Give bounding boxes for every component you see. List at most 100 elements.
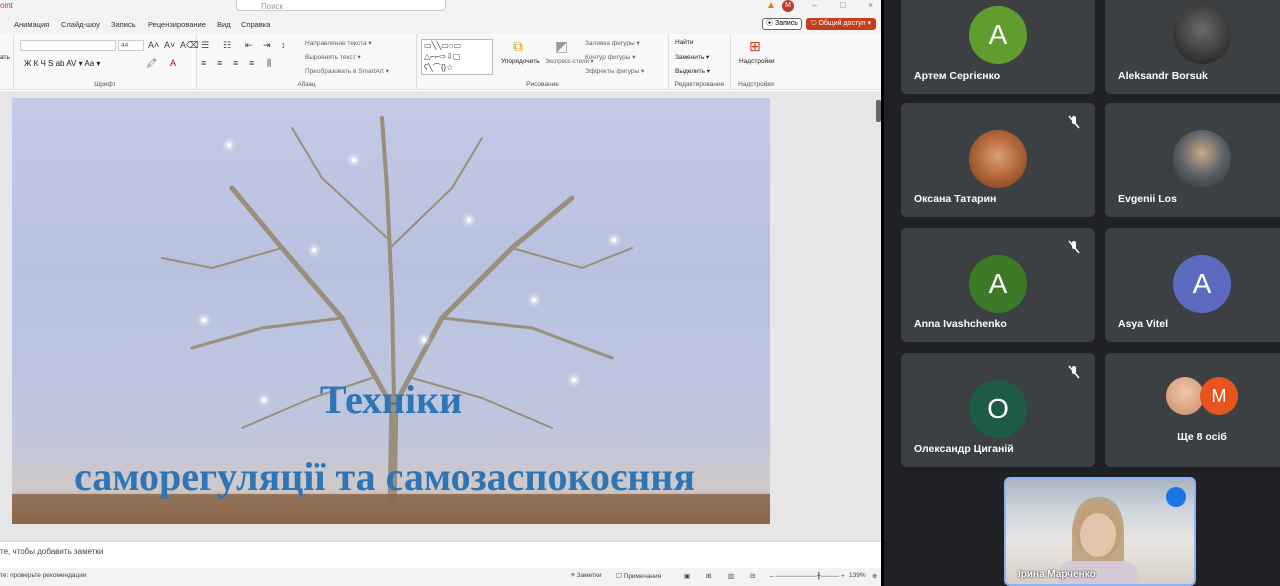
self-view-tile[interactable]: Ірина Марченко: [1004, 477, 1196, 586]
account-avatar[interactable]: M: [782, 0, 794, 12]
tab-review[interactable]: Рецензирование: [148, 20, 206, 29]
scrollbar-thumb[interactable]: [876, 100, 881, 122]
warning-icon[interactable]: ▲: [766, 0, 776, 11]
shrink-font-icon[interactable]: A˅: [164, 40, 175, 50]
more-participants-tile[interactable]: M Ще 8 осіб: [1105, 353, 1280, 467]
close-icon[interactable]: ×: [868, 0, 873, 10]
accessibility-status[interactable]: те: проверьте рекомендации: [0, 572, 87, 579]
font-group: 44 A˄ A˅ A⌫ Ж К Ч S ab AV ▾ Aa ▾ 🖍 A Шри…: [14, 34, 199, 90]
line-spacing-icon[interactable]: ↕: [281, 40, 286, 50]
normal-view-icon[interactable]: ▣: [684, 572, 690, 580]
participant-tile[interactable]: A Anna Ivashchenko: [901, 228, 1095, 342]
highlight-icon[interactable]: 🖍: [146, 58, 157, 69]
clipboard-label: ать: [0, 54, 10, 61]
participant-avatar: M: [1200, 377, 1238, 415]
light-dot: [227, 143, 231, 147]
tab-animation[interactable]: Анимация: [14, 20, 49, 29]
slide-subtitle[interactable]: саморегуляції та самозаспокоєння: [12, 453, 757, 500]
participant-name: Оксана Татарин: [914, 193, 997, 205]
participant-name: Asya Vitel: [1118, 318, 1169, 330]
slide-canvas[interactable]: Техніки саморегуляції та самозаспокоєння: [12, 98, 770, 524]
align-text[interactable]: Выровнять текст ▾: [305, 53, 361, 61]
participant-photo: [1173, 130, 1231, 188]
participant-photo: [1173, 6, 1231, 64]
light-dot: [612, 238, 616, 242]
search-input[interactable]: Поиск: [236, 0, 446, 11]
align-right-icon[interactable]: ≡: [233, 58, 238, 68]
slideshow-view-icon[interactable]: ⊟: [750, 572, 755, 580]
tab-help[interactable]: Справка: [241, 20, 270, 29]
font-style-buttons[interactable]: Ж К Ч S ab AV ▾ Aa ▾: [24, 59, 100, 68]
align-left-icon[interactable]: ≡: [201, 58, 206, 68]
slide-title[interactable]: Техніки: [12, 376, 770, 423]
bullets-icon[interactable]: ☰: [201, 40, 209, 51]
arrange-button[interactable]: Упорядочить: [501, 58, 540, 65]
notes-pane[interactable]: те, чтобы добавить заметки: [0, 541, 881, 565]
participant-avatar: A: [1173, 255, 1231, 313]
reading-view-icon[interactable]: ▥: [728, 572, 734, 580]
vertical-scrollbar[interactable]: [875, 96, 881, 536]
quick-styles-icon[interactable]: ◩: [555, 38, 568, 55]
text-direction[interactable]: Направление текста ▾: [305, 39, 372, 47]
font-family-select[interactable]: [20, 40, 116, 51]
participant-name: Артем Сергієнко: [914, 70, 1001, 82]
comments-toggle[interactable]: ☐ Примечания: [616, 572, 661, 580]
participant-name: Aleksandr Borsuk: [1118, 70, 1208, 82]
maximize-icon[interactable]: □: [840, 0, 845, 10]
participant-tile[interactable]: Оксана Татарин: [901, 103, 1095, 217]
mic-off-icon: [1068, 240, 1080, 254]
numbering-icon[interactable]: ☷: [223, 40, 231, 51]
replace-button[interactable]: Заменить ▾: [675, 53, 709, 61]
arrange-icon[interactable]: ⧉: [513, 38, 523, 55]
tab-slideshow[interactable]: Слайд-шоу: [61, 20, 100, 29]
outdent-icon[interactable]: ⇥: [263, 40, 271, 51]
light-dot: [532, 298, 536, 302]
zoom-slider[interactable]: – ─────────╂──── +: [770, 572, 845, 580]
participant-avatar: A: [969, 255, 1027, 313]
participant-name: Олександр Циганій: [914, 443, 1014, 455]
record-button[interactable]: ⦿ Запись: [762, 18, 802, 30]
participant-tile[interactable]: A Артем Сергієнко: [901, 0, 1095, 94]
clipboard-group: ать: [0, 34, 14, 90]
tab-record[interactable]: Запись: [111, 20, 136, 29]
font-size-select[interactable]: 44: [118, 40, 144, 51]
find-button[interactable]: Найти: [675, 39, 694, 46]
participant-name: Anna Ivashchenko: [914, 318, 1007, 330]
notes-placeholder: те, чтобы добавить заметки: [0, 547, 104, 556]
participant-avatar: A: [969, 6, 1027, 64]
zoom-level[interactable]: 139%: [849, 572, 866, 579]
fit-slide-icon[interactable]: ⊕: [872, 572, 877, 580]
meet-panel: A Артем Сергієнко Aleksandr Borsuk Оксан…: [887, 0, 1280, 586]
light-dot: [422, 338, 426, 342]
tab-view[interactable]: Вид: [217, 20, 231, 29]
shapes-gallery[interactable]: ▭╲╲▭○▭ △⌐⌐⇨⇩▢ ʕ╲⌒{}☆: [421, 39, 493, 75]
shape-effects[interactable]: Эффекты фигуры ▾: [585, 67, 644, 75]
notes-toggle[interactable]: ≡ Заметки: [571, 572, 601, 579]
addins-button[interactable]: Надстройки: [739, 58, 775, 65]
convert-smartart[interactable]: Преобразовать в SmartArt ▾: [305, 67, 389, 75]
notes-label: Заметки: [576, 572, 602, 579]
participant-tile[interactable]: Evgenii Los: [1105, 103, 1280, 217]
indent-icon[interactable]: ⇤: [245, 40, 253, 51]
shape-fill[interactable]: Заливка фигуры ▾: [585, 39, 640, 47]
select-button[interactable]: Выделить ▾: [675, 67, 710, 75]
share-button[interactable]: ⎋ Общий доступ ▾: [806, 18, 876, 30]
notes-icon: ≡: [571, 572, 575, 579]
font-color-icon[interactable]: A: [170, 58, 176, 68]
clear-format-icon[interactable]: A⌫: [180, 40, 199, 51]
columns-icon[interactable]: ⫼: [267, 58, 271, 69]
participant-tile[interactable]: A Asya Vitel: [1105, 228, 1280, 342]
slide-editor: Техніки саморегуляції та самозаспокоєння: [0, 91, 881, 541]
align-center-icon[interactable]: ≡: [217, 58, 222, 68]
editing-group-label: Редактирование: [674, 81, 725, 88]
grow-font-icon[interactable]: A˄: [148, 40, 159, 50]
participant-tile[interactable]: O Олександр Циганій: [901, 353, 1095, 467]
participant-tile[interactable]: Aleksandr Borsuk: [1105, 0, 1280, 94]
addins-icon[interactable]: ⊞: [749, 38, 761, 55]
speaking-indicator-icon: [1166, 487, 1186, 507]
shape-outline[interactable]: Контур фигуры ▾: [585, 53, 636, 61]
slide-sorter-icon[interactable]: ⊞: [706, 572, 711, 580]
justify-icon[interactable]: ≡: [249, 58, 254, 68]
minimize-icon[interactable]: –: [812, 0, 817, 10]
participant-avatar: O: [969, 380, 1027, 438]
